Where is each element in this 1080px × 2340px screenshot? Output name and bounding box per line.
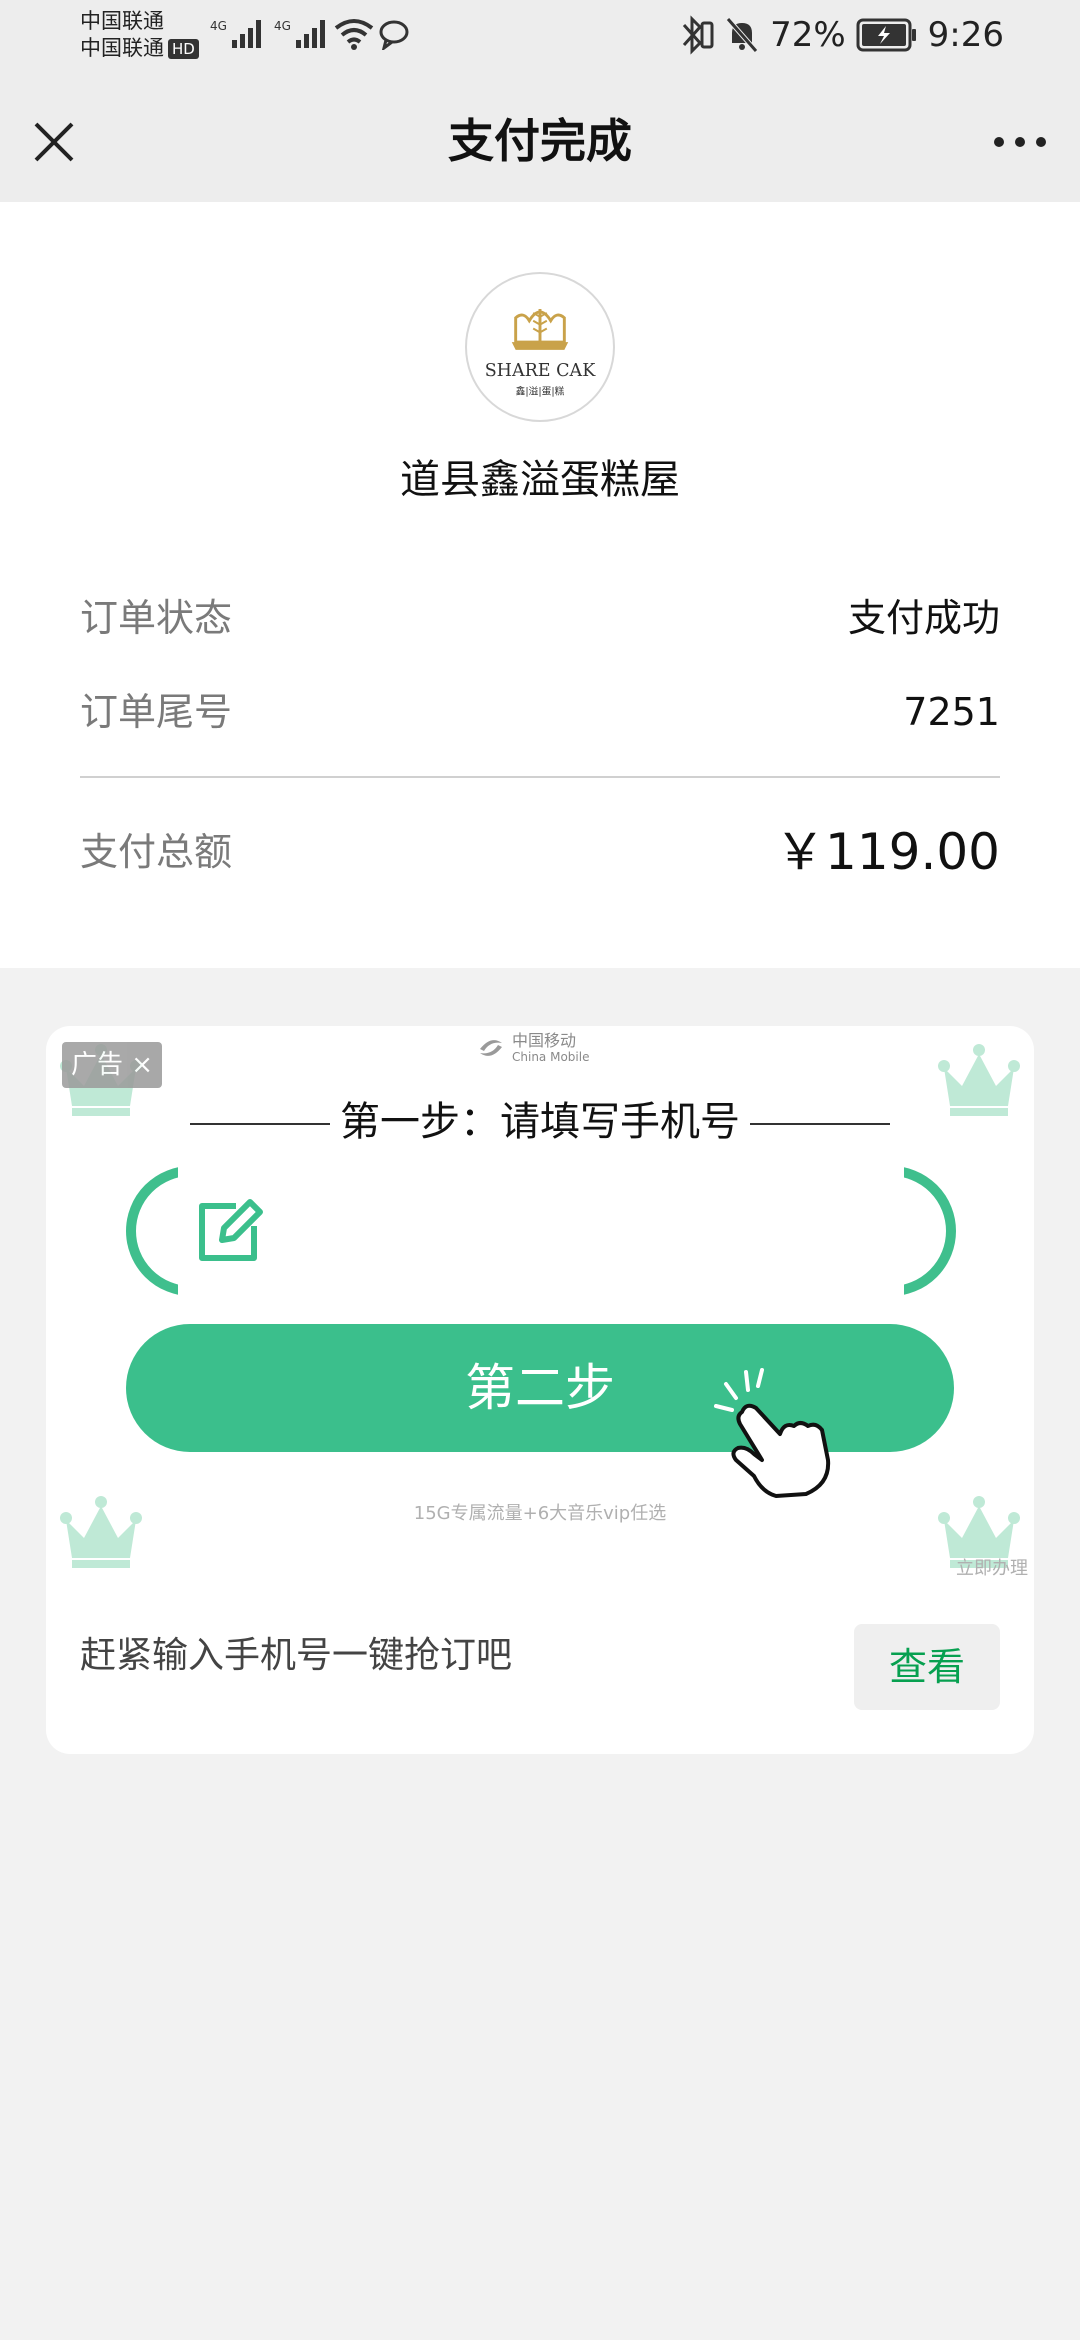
battery-percent: 72% bbox=[770, 15, 846, 55]
brand-en: China Mobile bbox=[512, 1050, 590, 1064]
pointing-hand-icon bbox=[714, 1368, 831, 1498]
ad-banner[interactable]: 广告 × 中国移动 China Mobile 第一步：请填写手机号 第二步 15… bbox=[46, 1026, 1034, 1586]
china-mobile-logo: 中国移动 China Mobile bbox=[476, 1032, 589, 1064]
status-bar: 中国联通 中国联通 HD 4G 4G 72% 9:26 bbox=[0, 0, 1080, 70]
order-status-value: 支付成功 bbox=[847, 596, 1000, 640]
svg-text:SHARE CAK: SHARE CAK bbox=[485, 361, 597, 381]
merchant-logo: SHARE CAK 鑫|溢|蛋|糕 bbox=[465, 272, 615, 422]
nav-bar: 支付完成 bbox=[0, 70, 1080, 202]
ad-text: 赶紧输入手机号一键抢订吧 bbox=[80, 1635, 513, 1676]
total-row: 支付总额 ￥119.00 bbox=[80, 822, 1000, 882]
more-icon[interactable] bbox=[988, 118, 1052, 166]
step1-heading: 第一步：请填写手机号 bbox=[46, 1092, 1034, 1152]
order-card: SHARE CAK 鑫|溢|蛋|糕 道县鑫溢蛋糕屋 订单状态 支付成功 订单尾号… bbox=[0, 202, 1080, 968]
hd-badge: HD bbox=[168, 39, 199, 59]
battery-icon bbox=[856, 18, 916, 52]
carrier-info: 中国联通 中国联通 HD bbox=[80, 8, 199, 62]
net-label-2: 4G bbox=[274, 19, 291, 33]
clock: 9:26 bbox=[927, 15, 1004, 55]
ad-cta-small[interactable]: 立即办理 bbox=[956, 1556, 1028, 1582]
phone-input[interactable] bbox=[126, 1166, 956, 1296]
divider bbox=[80, 776, 1000, 778]
chat-icon bbox=[379, 20, 409, 50]
carrier-2: 中国联通 bbox=[80, 36, 164, 60]
view-button[interactable]: 查看 bbox=[854, 1624, 1000, 1710]
ad-subtitle: 15G专属流量+6大音乐vip任选 bbox=[413, 1503, 667, 1524]
ad-badge[interactable]: 广告 × bbox=[62, 1042, 162, 1088]
total-amount: ￥119.00 bbox=[775, 823, 1000, 881]
ad-card[interactable]: 广告 × 中国移动 China Mobile 第一步：请填写手机号 第二步 15… bbox=[46, 1026, 1034, 1754]
bluetooth-icon bbox=[682, 15, 714, 55]
step1-text: 第一步：请填写手机号 bbox=[340, 1099, 740, 1145]
total-label: 支付总额 bbox=[80, 830, 233, 874]
net-label-1: 4G bbox=[210, 19, 227, 33]
page-title: 支付完成 bbox=[448, 114, 632, 168]
status-right: 72% 9:26 bbox=[678, 10, 1004, 60]
china-mobile-icon bbox=[480, 1040, 502, 1056]
crown-logo-icon: SHARE CAK 鑫|溢|蛋|糕 bbox=[485, 309, 597, 398]
signal-icon: 4G bbox=[274, 19, 325, 48]
brand-cn: 中国移动 bbox=[512, 1031, 577, 1050]
edit-icon bbox=[199, 1199, 263, 1261]
svg-text:鑫|溢|蛋|糕: 鑫|溢|蛋|糕 bbox=[516, 385, 565, 398]
order-tail-row: 订单尾号 7251 bbox=[80, 682, 1000, 742]
order-tail-value: 7251 bbox=[903, 690, 1000, 734]
order-status-label: 订单状态 bbox=[80, 596, 233, 640]
order-tail-label: 订单尾号 bbox=[80, 690, 233, 734]
carrier-1: 中国联通 bbox=[80, 9, 164, 33]
order-status-row: 订单状态 支付成功 bbox=[80, 588, 1000, 648]
wifi-icon bbox=[334, 19, 374, 50]
mute-bell-icon bbox=[726, 17, 758, 53]
signal-icon: 4G bbox=[210, 19, 261, 48]
merchant-name: 道县鑫溢蛋糕屋 bbox=[400, 457, 680, 503]
